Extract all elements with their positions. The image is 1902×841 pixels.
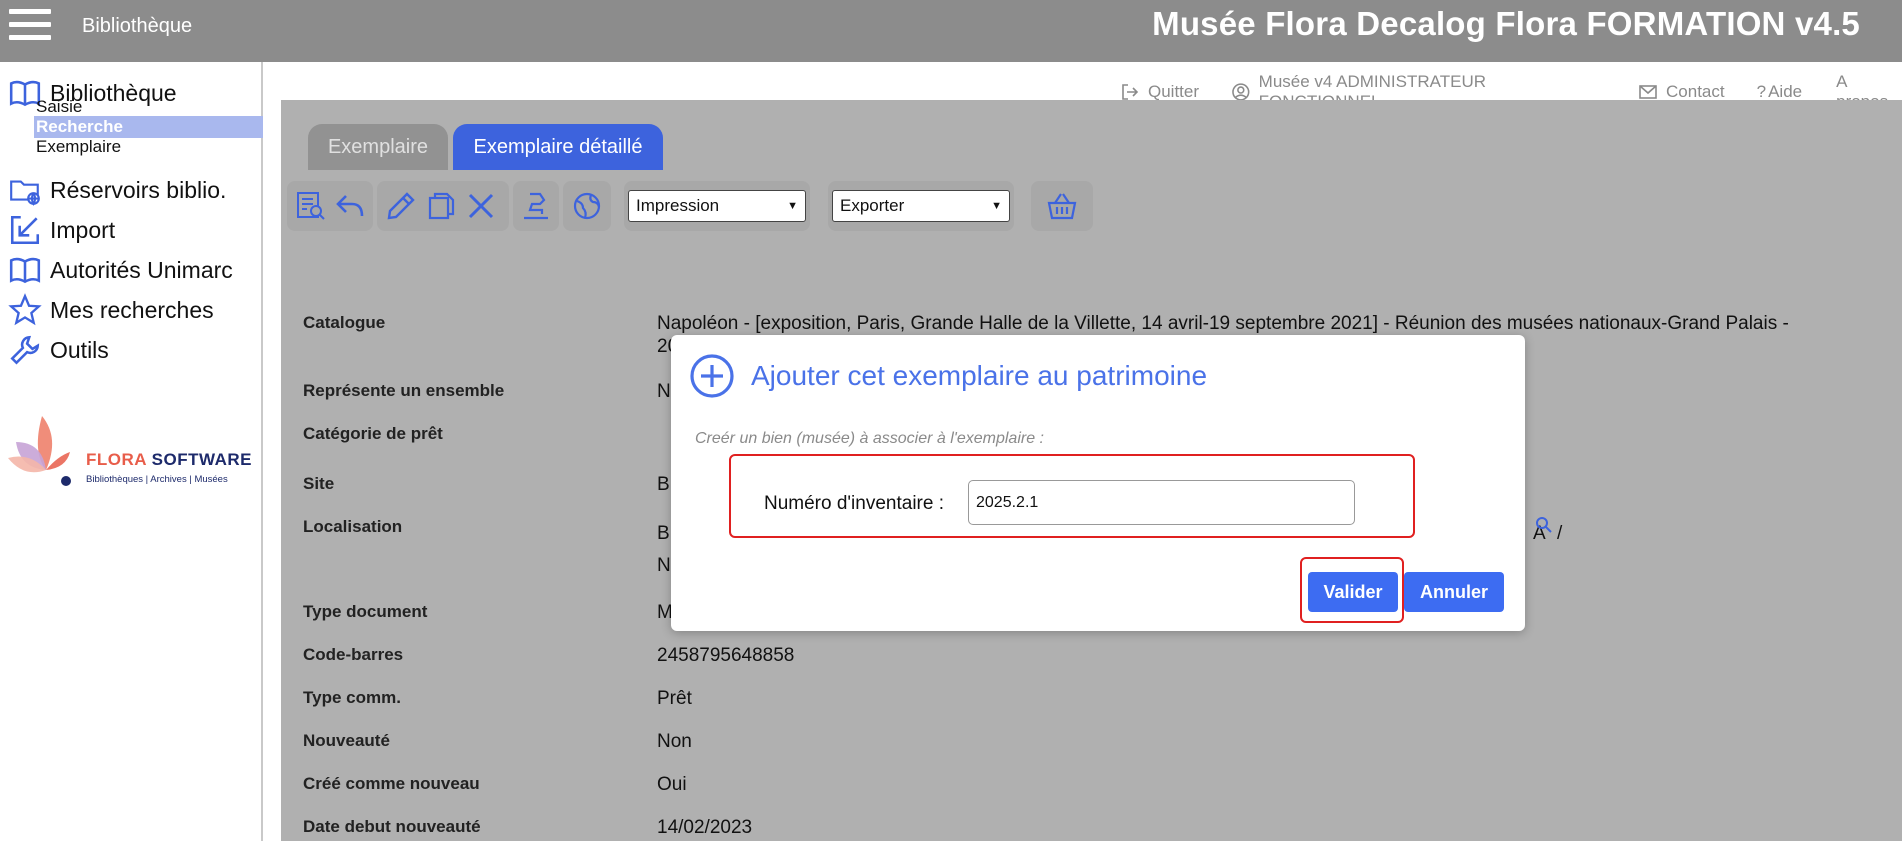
toolbar-group-web xyxy=(563,181,611,231)
reader-icon xyxy=(524,192,548,220)
sidebar-subitem-exemplaire[interactable]: Exemplaire xyxy=(34,136,123,158)
delete-button[interactable] xyxy=(461,186,501,226)
web-button[interactable] xyxy=(567,186,607,226)
sidebar: Bibliothèque Saisie Recherche Exemplaire… xyxy=(0,62,263,841)
field-value-localisation-sep: / xyxy=(1557,523,1563,544)
field-label-date-nouveaute: Date debut nouveauté xyxy=(303,817,481,836)
sidebar-item-mes-recherches[interactable]: Mes recherches xyxy=(8,293,214,327)
search-icon[interactable] xyxy=(1535,516,1553,534)
folder-globe-icon xyxy=(10,180,40,206)
basket-button[interactable] xyxy=(1042,186,1082,226)
field-label-cree-comme-nouveau: Créé comme nouveau xyxy=(303,774,480,793)
field-value-catalogue: Napoléon - [exposition, Paris, Grande Ha… xyxy=(657,313,1789,334)
wrench-icon xyxy=(10,335,40,365)
basket-icon xyxy=(1047,193,1077,220)
module-name: Bibliothèque xyxy=(82,15,193,37)
tab-exemplaire-detaille[interactable]: Exemplaire détaillé xyxy=(453,124,663,170)
close-icon xyxy=(468,193,494,219)
toolbar-group-nav xyxy=(287,181,373,231)
export-select[interactable]: Exporter ▼ xyxy=(832,190,1010,222)
star-icon xyxy=(8,293,42,326)
sidebar-subitem-saisie[interactable]: Saisie xyxy=(34,96,84,118)
field-value-localisation: B xyxy=(657,523,670,544)
edit-button[interactable] xyxy=(381,186,421,226)
print-select[interactable]: Impression ▼ xyxy=(628,190,806,222)
sidebar-item-autorites[interactable]: Autorités Unimarc xyxy=(8,253,233,287)
logout-icon xyxy=(1122,84,1139,100)
sidebar-item-label: Import xyxy=(50,216,116,243)
chevron-down-icon: ▼ xyxy=(787,200,798,212)
field-value-localisation-cont: N xyxy=(657,555,671,576)
app-title: Musée Flora Decalog Flora FORMATION v4.5 xyxy=(1152,5,1860,42)
undo-arrow-icon xyxy=(335,195,363,217)
inventory-number-input[interactable] xyxy=(968,480,1355,525)
toolbar-group-export: Exporter ▼ xyxy=(828,181,1014,231)
back-button[interactable] xyxy=(330,186,369,226)
loan-button[interactable] xyxy=(517,186,555,226)
field-label-localisation: Localisation xyxy=(303,517,403,536)
question-icon: ? xyxy=(1756,82,1767,101)
copy-icon xyxy=(428,192,455,220)
inventory-number-label: Numéro d'inventaire : xyxy=(764,493,944,514)
field-value-nouveaute: Non xyxy=(657,731,692,752)
toolbar-group-loan xyxy=(513,181,559,231)
field-label-catalogue: Catalogue xyxy=(303,313,386,332)
dialog-hint: Creér un bien (musée) à associer à l'exe… xyxy=(695,430,1044,447)
field-label-categorie-pret: Catégorie de prêt xyxy=(303,424,443,443)
toolbar-group-basket xyxy=(1031,181,1093,231)
hamburger-menu-icon[interactable] xyxy=(9,9,51,41)
field-value-code-barres: 2458795648858 xyxy=(657,645,795,666)
sidebar-item-label: Réservoirs biblio. xyxy=(50,176,227,203)
mail-icon xyxy=(1639,85,1657,99)
book-icon xyxy=(9,257,41,284)
field-label-ensemble: Représente un ensemble xyxy=(303,381,505,400)
tab-exemplaire[interactable]: Exemplaire xyxy=(308,124,448,170)
sidebar-item-label: Outils xyxy=(50,336,109,363)
field-label-type-document: Type document xyxy=(303,602,428,621)
list-search-icon xyxy=(296,192,325,220)
toolbar-group-print: Impression ▼ xyxy=(624,181,810,231)
field-label-type-comm: Type comm. xyxy=(303,688,401,707)
field-label-code-barres: Code-barres xyxy=(303,645,404,664)
field-value-date-nouveaute: 14/02/2023 xyxy=(657,817,753,838)
sidebar-item-label: Autorités Unimarc xyxy=(50,256,233,283)
plus-circle-icon xyxy=(690,354,734,398)
add-to-heritage-dialog: Ajouter cet exemplaire au patrimoine Cre… xyxy=(671,335,1525,631)
flora-software-logo: FLORA SOFTWARE Bibliothèques | Archives … xyxy=(6,412,256,492)
globe-icon xyxy=(573,192,601,220)
dialog-title: Ajouter cet exemplaire au patrimoine xyxy=(689,353,1207,399)
top-bar: Bibliothèque Musée Flora Decalog Flora F… xyxy=(0,0,1902,62)
sidebar-item-outils[interactable]: Outils xyxy=(8,333,109,367)
toolbar-group-edit xyxy=(377,181,509,231)
field-value-type-comm: Prêt xyxy=(657,688,692,709)
validate-button[interactable]: Valider xyxy=(1308,572,1398,612)
search-list-button[interactable] xyxy=(291,186,330,226)
user-icon xyxy=(1232,83,1250,101)
pencil-icon xyxy=(387,192,415,220)
cancel-button[interactable]: Annuler xyxy=(1404,572,1504,612)
field-value-ensemble: N xyxy=(657,381,671,402)
field-value-cree-comme-nouveau: Oui xyxy=(657,774,687,795)
sidebar-subitem-recherche[interactable]: Recherche xyxy=(34,116,263,138)
sidebar-item-import[interactable]: Import xyxy=(8,213,115,247)
field-label-site: Site xyxy=(303,474,335,493)
import-arrow-icon xyxy=(10,215,40,245)
duplicate-button[interactable] xyxy=(421,186,461,226)
chevron-down-icon: ▼ xyxy=(991,200,1002,212)
sidebar-item-label: Mes recherches xyxy=(50,296,214,323)
field-label-nouveaute: Nouveauté xyxy=(303,731,390,750)
field-value-site: B xyxy=(657,474,670,495)
sidebar-item-reservoirs[interactable]: Réservoirs biblio. xyxy=(8,173,226,207)
